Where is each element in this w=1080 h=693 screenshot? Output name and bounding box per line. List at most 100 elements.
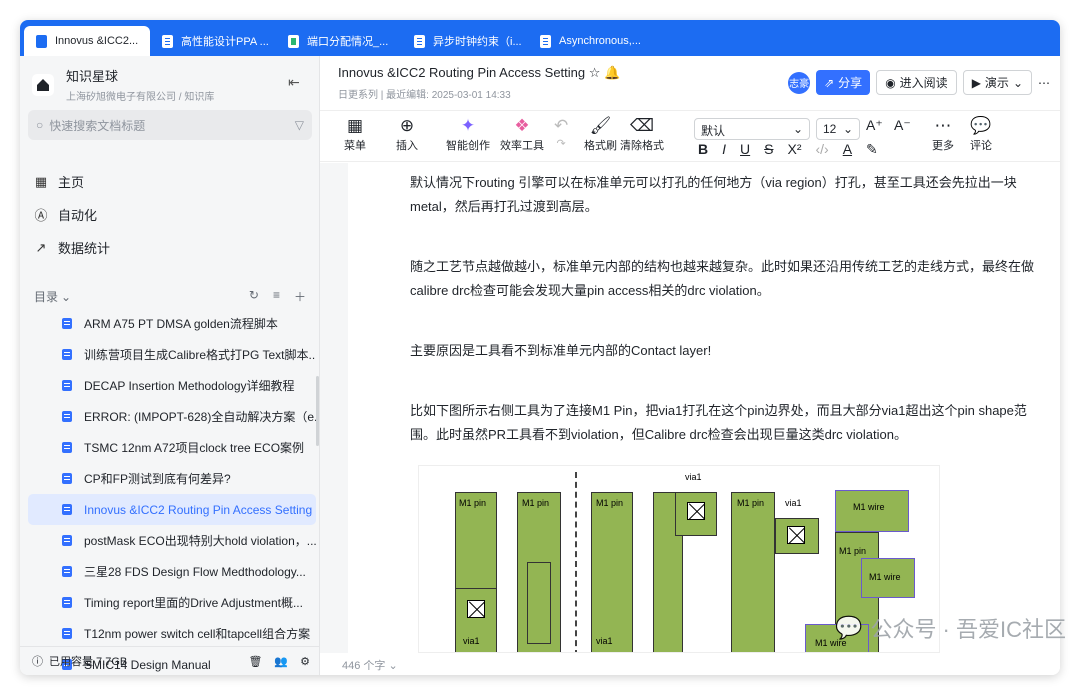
sort-icon[interactable]: ≡ (273, 288, 280, 305)
filter-icon[interactable]: ▽ (295, 118, 304, 132)
doc-meta: 日更系列 | 最近编辑: 2025-03-01 14:33 (338, 90, 511, 101)
redo-icon[interactable]: ↷ (557, 137, 566, 150)
tab-asynchronous[interactable]: Asynchronous,... (528, 26, 654, 56)
font-select[interactable]: 默认 ⌄ (694, 118, 810, 140)
toc-item-label: Innovus &ICC2 Routing Pin Access Setting (84, 502, 313, 517)
bell-icon[interactable]: 🔔 (604, 65, 620, 80)
more-icon[interactable]: ⋯ (1038, 76, 1050, 90)
insert-button[interactable]: ⊕ 插入 (396, 115, 418, 153)
eye-icon: ◉ (885, 75, 896, 90)
automation-icon: Ⓐ (34, 208, 48, 223)
toc-item[interactable]: ARM A75 PT DMSA golden流程脚本 (28, 308, 316, 339)
menu-button[interactable]: ▦ 菜单 (344, 115, 366, 153)
tools-button[interactable]: ❖ 效率工具 (500, 115, 544, 153)
toc-label[interactable]: 目录 (34, 288, 58, 305)
paragraph[interactable]: 随之工艺节点越做越小，标准单元内部的结构也越来越复杂。此时如果还沿用传统工艺的走… (410, 255, 1050, 303)
toc-item-label: T12nm power switch cell和tapcell组合方案 (84, 627, 311, 641)
wechat-icon: 💬 (835, 615, 863, 640)
underline-button[interactable]: U (740, 141, 750, 158)
chevron-down-icon[interactable]: ⌄ (1013, 76, 1023, 90)
doc-icon (62, 380, 72, 391)
kb-title: 知识星球 (66, 69, 119, 84)
tab-label: 端口分配情况_... (307, 36, 389, 48)
tab-bar: Innovus &ICC2... 高性能设计PPA ... 端口分配情况_...… (20, 20, 1060, 56)
tab-ppa[interactable]: 高性能设计PPA ... (150, 26, 276, 56)
watermark: 💬 公众号 · 吾爱IC社区 (835, 615, 1066, 642)
toc-item[interactable]: Innovus &ICC2 Routing Pin Access Setting (28, 494, 316, 525)
doc-icon (62, 442, 72, 453)
read-mode-button[interactable]: ◉ 进入阅读 (876, 70, 957, 95)
word-count[interactable]: 446 个字 ⌄ (342, 657, 398, 673)
trash-icon[interactable]: 🗑 (248, 655, 262, 668)
clear-format-button[interactable]: ⌫ 清除格式 (620, 115, 664, 153)
star-icon[interactable]: ☆ (589, 65, 601, 80)
figure-label: via1 (785, 498, 802, 508)
nav-stats[interactable]: ↗ 数据统计 (34, 238, 110, 257)
settings-icon[interactable]: ⚙ (300, 655, 310, 668)
doc-icon (62, 597, 72, 608)
toc-item[interactable]: 训练营项目生成Calibre格式打PG Text脚本... (28, 339, 316, 370)
share-button[interactable]: ⇗ 分享 (816, 70, 871, 95)
tab-innovus[interactable]: Innovus &ICC2... (24, 26, 150, 56)
font-color-button[interactable]: A (843, 141, 852, 158)
doc-title[interactable]: Innovus &ICC2 Routing Pin Access Setting… (338, 65, 620, 81)
comment-icon: 💬 (970, 116, 992, 135)
paragraph[interactable]: 默认情况下routing 引擎可以在标准单元可以打孔的任何地方（via regi… (410, 171, 1050, 219)
kb-header[interactable]: 知识星球 上海矽旭微电子有限公司 / 知识库 (32, 66, 214, 103)
strike-button[interactable]: S (764, 141, 773, 158)
format-brush-button[interactable]: 🖌 格式刷 (584, 115, 617, 153)
document-page[interactable]: 默认情况下routing 引擎可以在标准单元可以打孔的任何地方（via regi… (348, 163, 1060, 653)
ai-button[interactable]: ✦ 智能创作 (446, 115, 490, 153)
search-placeholder: 快速搜索文档标题 (49, 118, 146, 133)
collapse-sidebar-icon[interactable]: ⇤ (288, 74, 300, 91)
toc-item[interactable]: TSMC 12nm A72项目clock tree ECO案例 (28, 432, 316, 463)
scrollbar[interactable] (316, 376, 319, 446)
toc-item-label: ARM A75 PT DMSA golden流程脚本 (84, 317, 278, 331)
nav-automation[interactable]: Ⓐ 自动化 (34, 205, 97, 224)
comment-button[interactable]: 💬 评论 (970, 115, 992, 153)
tab-label: Innovus &ICC2... (55, 35, 139, 47)
tab-label: Asynchronous,... (559, 35, 641, 47)
figure-label: via1 (596, 636, 613, 646)
font-shrink-button[interactable]: A⁻ (894, 117, 911, 134)
more-button[interactable]: ⋯ 更多 (932, 115, 954, 153)
toc-item[interactable]: T12nm power switch cell和tapcell组合方案 (28, 618, 316, 649)
toc-item[interactable]: CP和FP测试到底有何差异? (28, 463, 316, 494)
paragraph[interactable]: 比如下图所示右侧工具为了连接M1 Pin，把via1打孔在这个pin边界处，而且… (410, 399, 1050, 447)
code-button[interactable]: ‹/› (815, 141, 828, 158)
bold-button[interactable]: B (698, 141, 708, 158)
tab-async-clock[interactable]: 异步时钟约束（i... (402, 26, 528, 56)
toc-item[interactable]: DECAP Insertion Methodology详细教程 (28, 370, 316, 401)
figure-label: M1 wire (869, 572, 901, 582)
undo-button[interactable]: ↶ ↷ (554, 115, 568, 150)
toc-item[interactable]: Timing report里面的Drive Adjustment概... (28, 587, 316, 618)
toc-item[interactable]: 三星28 FDS Design Flow Medthodology... (28, 556, 316, 587)
eraser-icon: ⌫ (629, 116, 655, 135)
avatar[interactable]: 志豪 (788, 71, 811, 94)
superscript-button[interactable]: X² (787, 141, 801, 158)
toc-item-label: 训练营项目生成Calibre格式打PG Text脚本... (84, 348, 316, 362)
toc-header: 目录 ⌄ ↻ ≡ ＋ (34, 288, 306, 305)
highlight-button[interactable]: ✎ (866, 141, 878, 158)
toc-item[interactable]: ERROR: (IMPOPT-628)全自动解决方案（e... (28, 401, 316, 432)
nav-label: 数据统计 (58, 241, 111, 256)
members-icon[interactable]: 👥 (274, 655, 288, 668)
nav-home[interactable]: ▦ 主页 (34, 172, 84, 191)
refresh-icon[interactable]: ↻ (249, 288, 259, 305)
chevron-down-icon[interactable]: ⌄ (61, 290, 71, 304)
inner-shape (527, 562, 551, 644)
tab-port[interactable]: 端口分配情况_... (276, 26, 402, 56)
toc-item-label: Timing report里面的Drive Adjustment概... (84, 596, 303, 610)
nav-label: 自动化 (58, 208, 98, 223)
paragraph[interactable]: 主要原因是工具看不到标准单元内部的Contact layer! (410, 339, 1050, 363)
toc-item[interactable]: postMask ECO出现特别大hold violation，... (28, 525, 316, 556)
add-icon[interactable]: ＋ (294, 288, 306, 305)
undo-icon: ↶ (554, 116, 569, 135)
home-icon (32, 73, 54, 96)
search-input[interactable]: ○ 快速搜索文档标题 ▽ (28, 110, 312, 140)
present-button[interactable]: ▶ 演示 ⌄ (962, 70, 1032, 95)
italic-button[interactable]: I (722, 141, 726, 158)
font-size-select[interactable]: 12 ⌄ (816, 118, 860, 140)
font-grow-button[interactable]: A⁺ (866, 117, 883, 134)
toc-item-label: postMask ECO出现特别大hold violation，... (84, 534, 316, 548)
